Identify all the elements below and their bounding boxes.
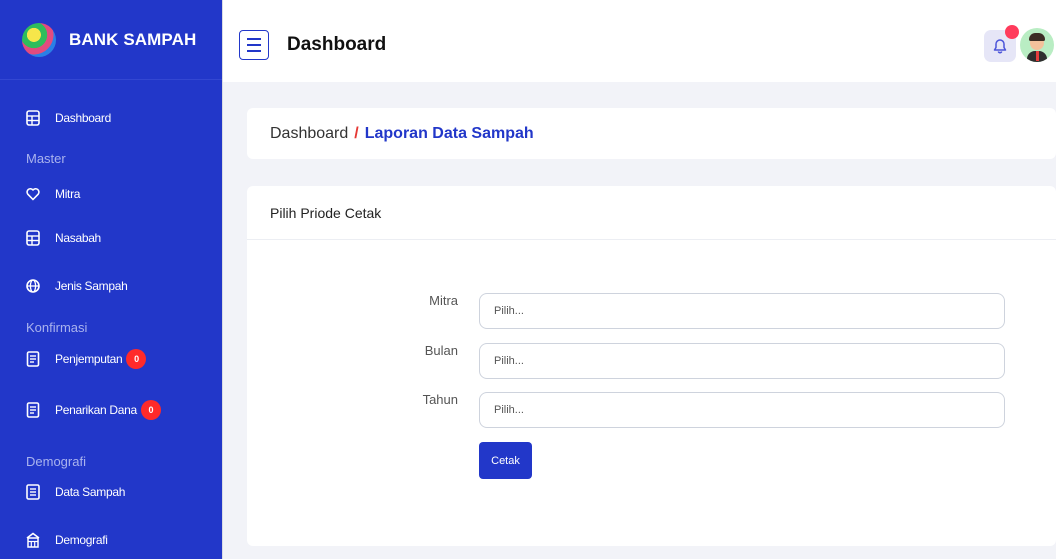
hamburger-icon <box>247 38 261 40</box>
building-icon <box>26 532 40 548</box>
list-icon <box>26 484 40 500</box>
sidebar-item-label: Dashboard <box>55 111 112 125</box>
hamburger-icon-line <box>247 44 261 46</box>
brand-name: BANK SAMPAH <box>69 29 197 49</box>
sidebar: BANK SAMPAH Dashboard Master Mitra Nasab… <box>0 0 223 559</box>
breadcrumb-separator: / <box>354 124 359 142</box>
sidebar-item-label: Mitra <box>55 187 81 201</box>
sidebar-item-jenis-sampah[interactable]: Jenis Sampah <box>26 278 128 294</box>
document-icon <box>26 402 40 418</box>
sidebar-item-penarikan-dana[interactable]: Penarikan Dana 0 <box>26 400 161 420</box>
sidebar-item-dashboard[interactable]: Dashboard <box>26 110 111 126</box>
bulan-label: Bulan <box>424 343 458 358</box>
table-icon <box>26 110 40 126</box>
print-period-card: Pilih Priode Cetak Mitra Pilih... Bulan … <box>247 186 1056 546</box>
heart-icon <box>26 186 40 202</box>
penarikan-dana-count-badge: 0 <box>140 400 161 420</box>
menu-toggle-button[interactable] <box>239 30 269 60</box>
table-icon <box>26 230 40 246</box>
penjemputan-count-badge: 0 <box>126 349 147 369</box>
breadcrumb-current: Laporan Data Sampah <box>364 124 534 142</box>
sidebar-item-data-sampah[interactable]: Data Sampah <box>26 484 125 500</box>
bell-icon <box>993 39 1007 54</box>
sidebar-item-nasabah[interactable]: Nasabah <box>26 230 101 246</box>
sidebar-item-label: Demografi <box>55 533 108 547</box>
avatar-tie <box>1036 51 1039 61</box>
breadcrumb-home[interactable]: Dashboard <box>270 125 348 143</box>
tahun-select[interactable]: Pilih... <box>479 392 1005 428</box>
avatar-hair <box>1029 33 1045 41</box>
tahun-label: Tahun <box>422 392 458 407</box>
sidebar-item-penjemputan[interactable]: Penjemputan 0 <box>26 349 147 369</box>
main-content: Dashboard / Laporan Data Sampah Pilih Pr… <box>223 82 1056 559</box>
section-demografi: Demografi <box>26 454 86 469</box>
brand[interactable]: BANK SAMPAH <box>0 0 222 80</box>
sidebar-item-label: Penjemputan <box>55 352 123 366</box>
mitra-label: Mitra <box>429 293 458 308</box>
sidebar-item-label: Jenis Sampah <box>55 279 128 293</box>
document-icon <box>26 351 40 367</box>
sidebar-item-demografi[interactable]: Demografi <box>26 532 108 548</box>
card-title: Pilih Priode Cetak <box>247 186 1056 240</box>
globe-icon <box>26 278 40 294</box>
section-master: Master <box>26 151 66 166</box>
avatar[interactable] <box>1020 28 1054 62</box>
sidebar-item-label: Nasabah <box>55 231 101 245</box>
top-bar: Dashboard <box>223 0 1056 82</box>
bank-sampah-logo <box>22 22 56 57</box>
sidebar-item-label: Data Sampah <box>55 485 126 499</box>
sidebar-item-label: Penarikan Dana <box>55 403 137 417</box>
notification-dot <box>1005 25 1019 39</box>
breadcrumb: Dashboard / Laporan Data Sampah <box>247 108 1056 159</box>
bulan-select[interactable]: Pilih... <box>479 343 1005 379</box>
cetak-button[interactable]: Cetak <box>479 442 532 479</box>
mitra-select[interactable]: Pilih... <box>479 293 1005 329</box>
section-konfirmasi: Konfirmasi <box>26 320 88 335</box>
page-title: Dashboard <box>287 34 387 55</box>
hamburger-icon-line <box>247 50 261 52</box>
sidebar-item-mitra[interactable]: Mitra <box>26 186 80 202</box>
